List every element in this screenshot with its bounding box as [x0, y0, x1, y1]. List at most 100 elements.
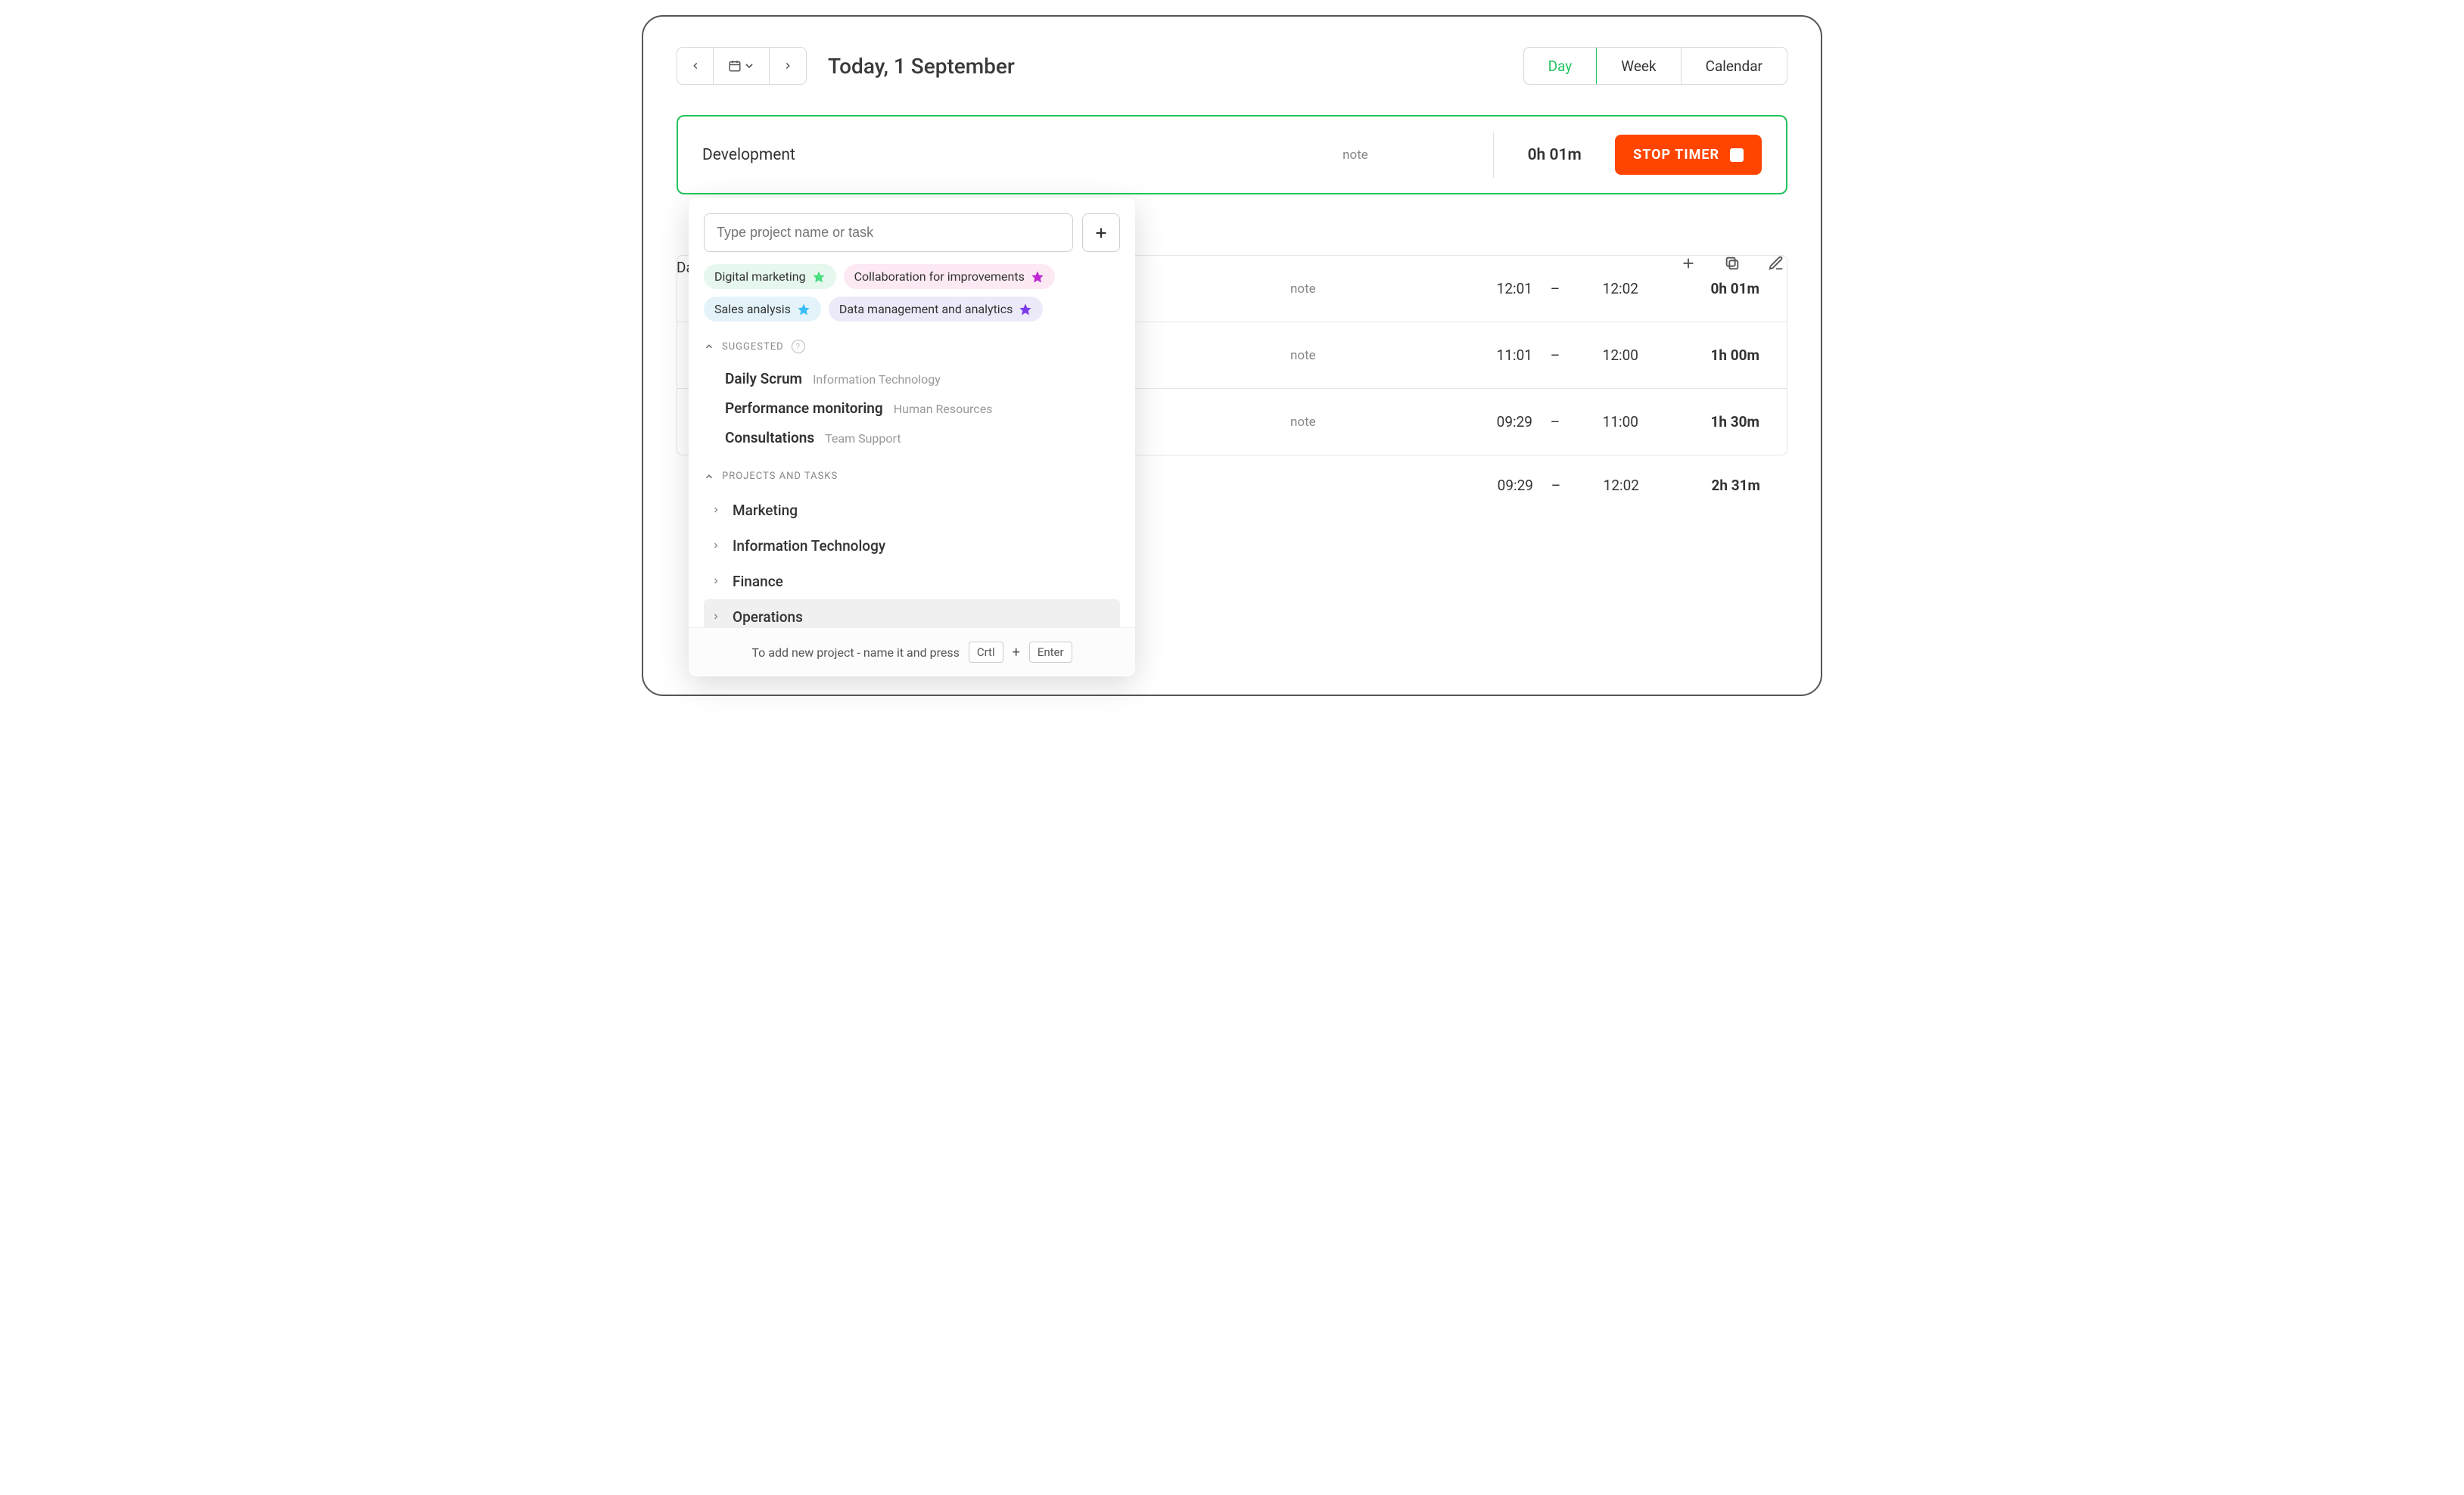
project-item[interactable]: Finance	[704, 564, 1120, 599]
stop-icon	[1730, 148, 1744, 162]
entry-start: 12:01	[1472, 280, 1532, 297]
time-separator: –	[1532, 413, 1578, 430]
edit-day-button[interactable]	[1768, 255, 1784, 272]
entry-note: note	[1290, 348, 1472, 363]
tag-label: Collaboration for improvements	[854, 269, 1025, 284]
date-navigation	[677, 47, 807, 85]
plus-icon	[1680, 255, 1697, 272]
tag-label: Data management and analytics	[839, 302, 1013, 316]
project-item[interactable]: Operations	[704, 599, 1120, 627]
footer-hint-text: To add new project - name it and press	[751, 645, 959, 660]
view-switcher: Day Week Calendar	[1523, 47, 1787, 85]
favorite-tag[interactable]: Data management and analytics	[829, 297, 1043, 322]
chevron-up-icon	[704, 471, 714, 482]
star-icon	[812, 270, 826, 284]
header: Today, 1 September Day Week Calendar	[677, 47, 1787, 85]
favorite-tag[interactable]: Collaboration for improvements	[844, 264, 1055, 289]
entry-end: 12:02	[1578, 280, 1638, 297]
time-separator: –	[1532, 347, 1578, 364]
project-item[interactable]: Marketing	[704, 493, 1120, 528]
suggested-header[interactable]: Suggested ?	[704, 340, 1120, 353]
suggested-item[interactable]: Daily Scrum Information Technology	[725, 364, 1120, 393]
entry-note: note	[1290, 415, 1472, 430]
timer-duration: 0h 01m	[1494, 146, 1615, 164]
total-end: 12:02	[1579, 477, 1639, 494]
suggested-label: Suggested	[722, 341, 784, 353]
timer-task-name[interactable]: Development	[702, 146, 1342, 164]
project-search-input[interactable]	[704, 213, 1073, 252]
chevron-left-icon	[690, 61, 701, 71]
total-duration: 2h 31m	[1639, 477, 1760, 494]
project-item[interactable]: Information Technology	[704, 528, 1120, 564]
popup-footer: To add new project - name it and press C…	[689, 627, 1135, 676]
suggested-name: Performance monitoring	[725, 399, 883, 417]
chevron-down-icon	[743, 60, 755, 72]
app-window: Today, 1 September Day Week Calendar Dev…	[642, 15, 1822, 696]
suggested-category: Information Technology	[813, 372, 941, 387]
tag-label: Sales analysis	[714, 302, 791, 316]
page-title: Today, 1 September	[828, 54, 1015, 79]
help-icon[interactable]: ?	[792, 340, 805, 353]
next-day-button[interactable]	[770, 48, 806, 84]
time-separator: –	[1533, 477, 1579, 494]
tag-label: Digital marketing	[714, 269, 806, 284]
stop-timer-label: STOP TIMER	[1633, 147, 1719, 163]
suggested-list: Daily Scrum Information Technology Perfo…	[704, 364, 1120, 452]
entry-start: 09:29	[1472, 413, 1532, 430]
project-name: Operations	[733, 608, 803, 626]
favorite-tags: Digital marketing Collaboration for impro…	[704, 264, 1120, 322]
suggested-item[interactable]: Performance monitoring Human Resources	[725, 393, 1120, 423]
projects-list: Marketing Information Technology Finance Op…	[704, 493, 1120, 627]
chevron-right-icon	[711, 574, 722, 589]
entry-duration: 1h 30m	[1638, 413, 1759, 430]
entry-note: note	[1290, 281, 1472, 297]
add-project-button[interactable]	[1082, 213, 1120, 252]
plus-icon	[1093, 225, 1109, 241]
projects-header[interactable]: Projects and Tasks	[704, 471, 1120, 482]
copy-day-button[interactable]	[1724, 255, 1741, 272]
copy-icon	[1724, 255, 1741, 272]
project-name: Finance	[733, 573, 783, 590]
chevron-right-icon	[711, 539, 722, 553]
day-actions	[1680, 255, 1784, 272]
chevron-right-icon	[782, 61, 793, 71]
active-timer: Development note 0h 01m STOP TIMER	[677, 115, 1787, 194]
add-entry-button[interactable]	[1680, 255, 1697, 272]
project-picker-popup: Digital marketing Collaboration for impro…	[689, 198, 1135, 676]
time-separator: –	[1532, 280, 1578, 297]
chevron-up-icon	[704, 341, 714, 352]
star-icon	[1031, 270, 1044, 284]
projects-label: Projects and Tasks	[722, 471, 838, 482]
view-day-tab[interactable]: Day	[1523, 47, 1598, 85]
kbd-enter: Enter	[1029, 642, 1072, 663]
view-calendar-tab[interactable]: Calendar	[1682, 48, 1787, 84]
timer-note[interactable]: note	[1342, 148, 1494, 163]
calendar-icon	[728, 59, 742, 73]
favorite-tag[interactable]: Digital marketing	[704, 264, 836, 289]
kbd-ctrl: Crtl	[969, 642, 1003, 663]
kbd-plus: +	[1013, 645, 1020, 660]
prev-day-button[interactable]	[677, 48, 714, 84]
suggested-name: Daily Scrum	[725, 370, 802, 387]
chevron-right-icon	[711, 503, 722, 518]
entry-start: 11:01	[1472, 347, 1532, 364]
chevron-right-icon	[711, 610, 722, 624]
project-name: Marketing	[733, 502, 798, 519]
entry-duration: 0h 01m	[1638, 280, 1759, 297]
project-name: Information Technology	[733, 537, 885, 555]
favorite-tag[interactable]: Sales analysis	[704, 297, 821, 322]
view-week-tab[interactable]: Week	[1597, 48, 1681, 84]
entry-end: 12:00	[1578, 347, 1638, 364]
suggested-name: Consultations	[725, 429, 814, 446]
star-icon	[797, 303, 810, 316]
entry-end: 11:00	[1578, 413, 1638, 430]
entry-duration: 1h 00m	[1638, 347, 1759, 364]
suggested-category: Team Support	[825, 431, 901, 446]
suggested-category: Human Resources	[894, 402, 993, 416]
suggested-item[interactable]: Consultations Team Support	[725, 423, 1120, 452]
popup-scroll-body[interactable]: Digital marketing Collaboration for impro…	[689, 264, 1135, 627]
date-picker-button[interactable]	[714, 48, 770, 84]
edit-icon	[1768, 255, 1784, 272]
star-icon	[1019, 303, 1032, 316]
stop-timer-button[interactable]: STOP TIMER	[1615, 135, 1762, 175]
